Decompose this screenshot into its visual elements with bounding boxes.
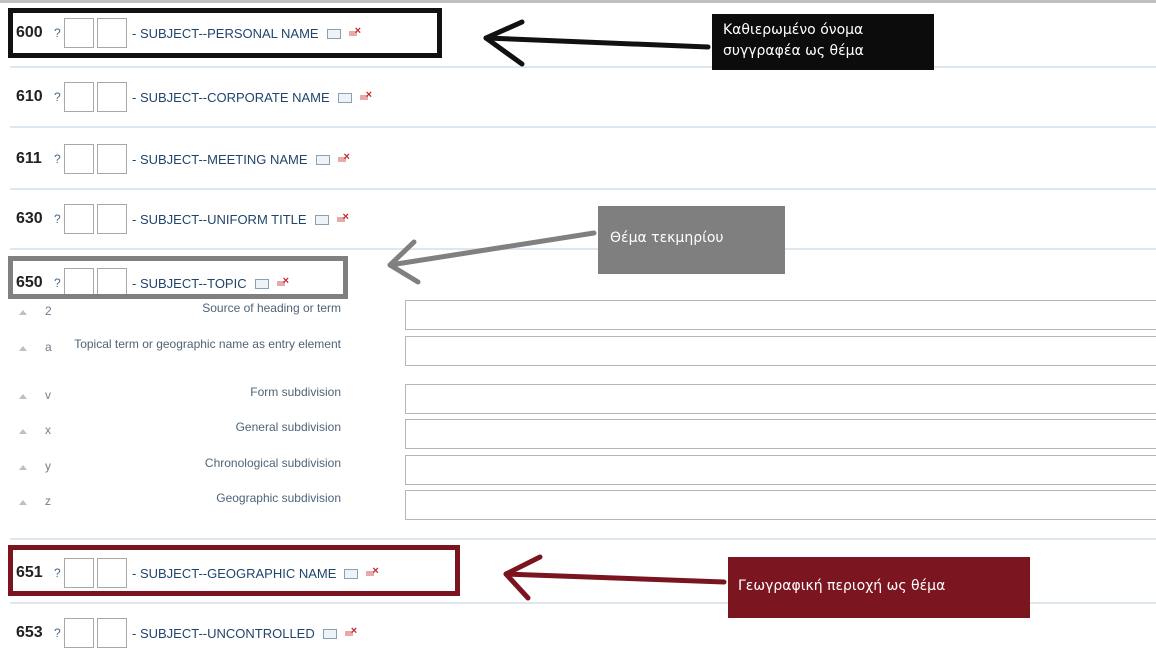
arrow-600 <box>483 19 711 67</box>
annotation-arrows <box>387 19 727 601</box>
arrow-651 <box>503 554 727 601</box>
arrow-650 <box>387 230 597 285</box>
